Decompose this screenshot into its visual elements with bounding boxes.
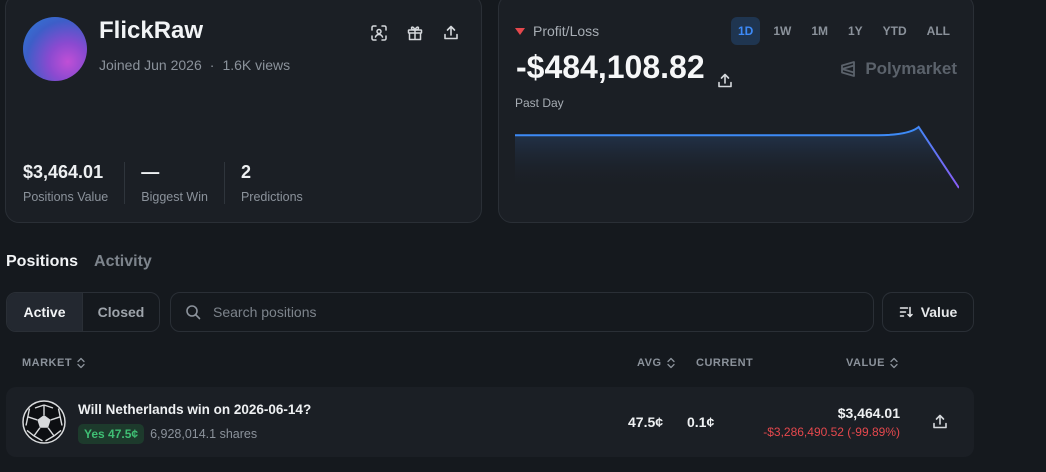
table-row[interactable]: Will Netherlands win on 2026-06-14? Yes … — [6, 387, 974, 457]
range-selector: 1D 1W 1M 1Y YTD ALL — [730, 17, 957, 45]
stat-positions-value: $3,464.01 Positions Value — [23, 162, 126, 204]
gift-icon[interactable] — [405, 23, 425, 43]
pnl-label: Profit/Loss — [515, 23, 599, 39]
views-count: 1.6K views — [222, 57, 291, 73]
stat-value: 2 — [240, 162, 251, 182]
profile-actions — [369, 23, 461, 43]
pnl-card: Profit/Loss 1D 1W 1M 1Y YTD ALL -$484,10… — [498, 0, 974, 223]
sort-button[interactable]: Value — [882, 292, 974, 332]
brand-name: Polymarket — [865, 59, 957, 78]
header-value[interactable]: VALUE — [846, 357, 899, 369]
header-market[interactable]: MARKET — [22, 357, 86, 369]
pnl-value-row: -$484,108.82 — [516, 49, 733, 87]
tab-positions[interactable]: Positions — [6, 253, 78, 271]
current-price: 0.1¢ — [687, 414, 715, 430]
meta-separator: · — [209, 57, 215, 73]
soccer-ball-icon — [22, 400, 66, 444]
range-ytd[interactable]: YTD — [876, 17, 914, 45]
header-avg-label: AVG — [637, 357, 662, 369]
pnl-area — [515, 127, 959, 190]
range-all[interactable]: ALL — [920, 17, 957, 45]
market-question[interactable]: Will Netherlands win on 2026-06-14? — [78, 402, 311, 417]
positions-tabs: Positions Activity — [6, 253, 152, 271]
polymarket-logo: Polymarket — [839, 59, 957, 79]
profile-meta: Joined Jun 2026 · 1.6K views — [99, 57, 290, 73]
stat-predictions: 2 Predictions — [241, 162, 319, 204]
sort-updown-icon — [666, 357, 675, 369]
pnl-value: -$484,108.82 — [516, 49, 705, 85]
stat-value: — — [141, 162, 160, 182]
active-filter-button[interactable]: Active — [7, 293, 83, 331]
down-triangle-icon — [515, 27, 525, 35]
stat-label: Positions Value — [23, 190, 109, 204]
avg-price: 47.5¢ — [628, 414, 664, 430]
joined-date: Joined Jun 2026 — [99, 57, 202, 73]
stat-label: Biggest Win — [141, 190, 208, 204]
share-icon[interactable] — [932, 414, 948, 430]
position-change: -$3,286,490.52 (-99.89%) — [763, 425, 900, 439]
range-1m[interactable]: 1M — [804, 17, 835, 45]
tab-activity[interactable]: Activity — [94, 253, 152, 271]
status-toggle: Active Closed — [6, 292, 160, 332]
polymarket-icon — [841, 61, 856, 77]
range-1y[interactable]: 1Y — [841, 17, 870, 45]
search-box — [170, 292, 874, 332]
avatar[interactable] — [23, 17, 87, 81]
shares-count: 6,928,014.1 shares — [150, 427, 258, 441]
sort-icon — [899, 306, 913, 318]
closed-filter-button[interactable]: Closed — [83, 293, 159, 331]
position-value: $3,464.01 — [837, 405, 900, 421]
outcome-info: Yes 47.5¢ 6,928,014.1 shares — [78, 424, 257, 444]
sort-label: Value — [920, 304, 958, 320]
sort-updown-icon — [890, 357, 898, 369]
pnl-chart — [515, 125, 959, 190]
share-icon[interactable] — [717, 60, 733, 87]
search-input[interactable] — [213, 304, 813, 320]
range-1w[interactable]: 1W — [766, 17, 798, 45]
header-market-label: MARKET — [22, 357, 73, 369]
share-icon[interactable] — [441, 23, 461, 43]
sort-updown-icon — [77, 357, 85, 369]
header-avg[interactable]: AVG — [637, 357, 676, 369]
stat-label: Predictions — [240, 190, 303, 204]
header-current-label: CURRENT — [696, 357, 754, 369]
header-value-label: VALUE — [846, 357, 885, 369]
pnl-label-text: Profit/Loss — [533, 23, 600, 39]
stat-biggest-win: — Biggest Win — [141, 162, 225, 204]
range-1d[interactable]: 1D — [730, 17, 761, 45]
search-icon — [186, 305, 201, 320]
qr-scan-icon[interactable] — [369, 23, 389, 43]
username: FlickRaw — [99, 17, 204, 44]
header-current: CURRENT — [696, 357, 753, 369]
stat-value: $3,464.01 — [23, 162, 104, 182]
pnl-period: Past Day — [515, 96, 564, 110]
outcome-badge: Yes 47.5¢ — [78, 424, 145, 444]
profile-stats: $3,464.01 Positions Value — Biggest Win … — [23, 162, 335, 204]
profile-card: FlickRaw Joined Jun 2026 · 1.6K views $3… — [5, 0, 482, 223]
